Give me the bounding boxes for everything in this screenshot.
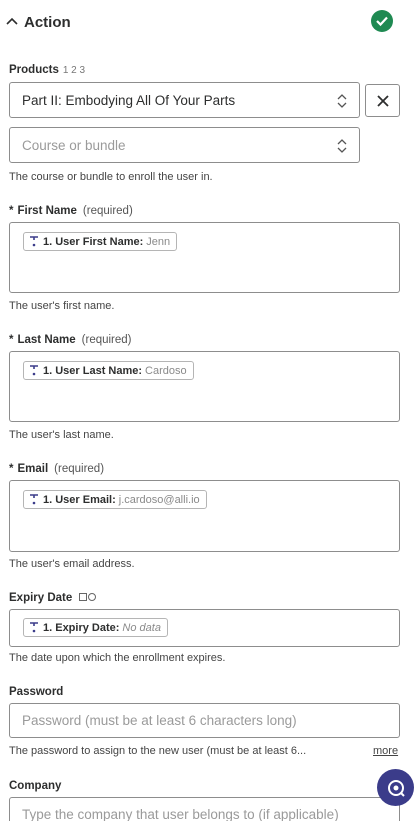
last-name-pill[interactable]: 1. User Last Name: Cardoso bbox=[23, 361, 194, 380]
company-placeholder: Type the company that user belongs to (i… bbox=[22, 807, 339, 821]
step-icon bbox=[30, 493, 38, 504]
products-steps: 1 2 3 bbox=[62, 65, 86, 76]
first-name-help: The user's first name. bbox=[9, 300, 115, 312]
first-name-label: * First Name (required) bbox=[9, 205, 133, 217]
email-pill[interactable]: 1. User Email: j.cardoso@alli.io bbox=[23, 490, 207, 509]
email-help: The user's email address. bbox=[9, 558, 135, 570]
company-label: Company bbox=[9, 780, 62, 792]
products-label: Products 1 2 3 bbox=[9, 64, 86, 76]
last-name-help: The user's last name. bbox=[9, 429, 114, 441]
password-input[interactable]: Password (must be at least 6 characters … bbox=[9, 703, 400, 738]
email-field[interactable]: 1. User Email: j.cardoso@alli.io bbox=[9, 480, 400, 552]
expiry-date-field[interactable]: 1. Expiry Date: No data bbox=[9, 609, 400, 647]
updown-icon bbox=[337, 139, 347, 153]
product-select-value: Part II: Embodying All Of Your Parts bbox=[22, 93, 236, 108]
status-check-icon bbox=[371, 10, 393, 32]
step-icon bbox=[30, 364, 38, 375]
password-placeholder: Password (must be at least 6 characters … bbox=[22, 713, 297, 728]
first-name-pill[interactable]: 1. User First Name: Jenn bbox=[23, 232, 178, 251]
company-input[interactable]: Type the company that user belongs to (i… bbox=[9, 797, 400, 821]
expiry-date-help: The date upon which the enrollment expir… bbox=[9, 652, 226, 664]
section-title: Action bbox=[24, 14, 71, 31]
close-icon bbox=[377, 95, 389, 107]
password-help: The password to assign to the new user (… bbox=[9, 745, 307, 757]
course-bundle-select[interactable]: Course or bundle bbox=[9, 127, 360, 163]
support-button[interactable] bbox=[377, 769, 414, 806]
product-select[interactable]: Part II: Embodying All Of Your Parts bbox=[9, 82, 360, 118]
chevron-up-icon[interactable] bbox=[4, 14, 20, 30]
support-icon bbox=[388, 780, 405, 797]
expiry-date-label: Expiry Date bbox=[9, 592, 97, 604]
products-help: The course or bundle to enroll the user … bbox=[9, 171, 213, 183]
first-name-field[interactable]: 1. User First Name: Jenn bbox=[9, 222, 400, 293]
email-label: * Email (required) bbox=[9, 463, 105, 475]
expiry-date-pill[interactable]: 1. Expiry Date: No data bbox=[23, 618, 168, 637]
updown-icon bbox=[337, 94, 347, 108]
password-label: Password bbox=[9, 686, 64, 698]
last-name-field[interactable]: 1. User Last Name: Cardoso bbox=[9, 351, 400, 422]
step-icon bbox=[30, 235, 38, 246]
last-name-label: * Last Name (required) bbox=[9, 334, 132, 346]
more-link[interactable]: more bbox=[373, 745, 398, 757]
course-bundle-placeholder: Course or bundle bbox=[22, 138, 126, 153]
remove-product-button[interactable] bbox=[365, 84, 400, 117]
calendar-icon bbox=[79, 593, 97, 602]
step-icon bbox=[30, 621, 38, 632]
action-section-header[interactable]: Action bbox=[0, 0, 414, 44]
